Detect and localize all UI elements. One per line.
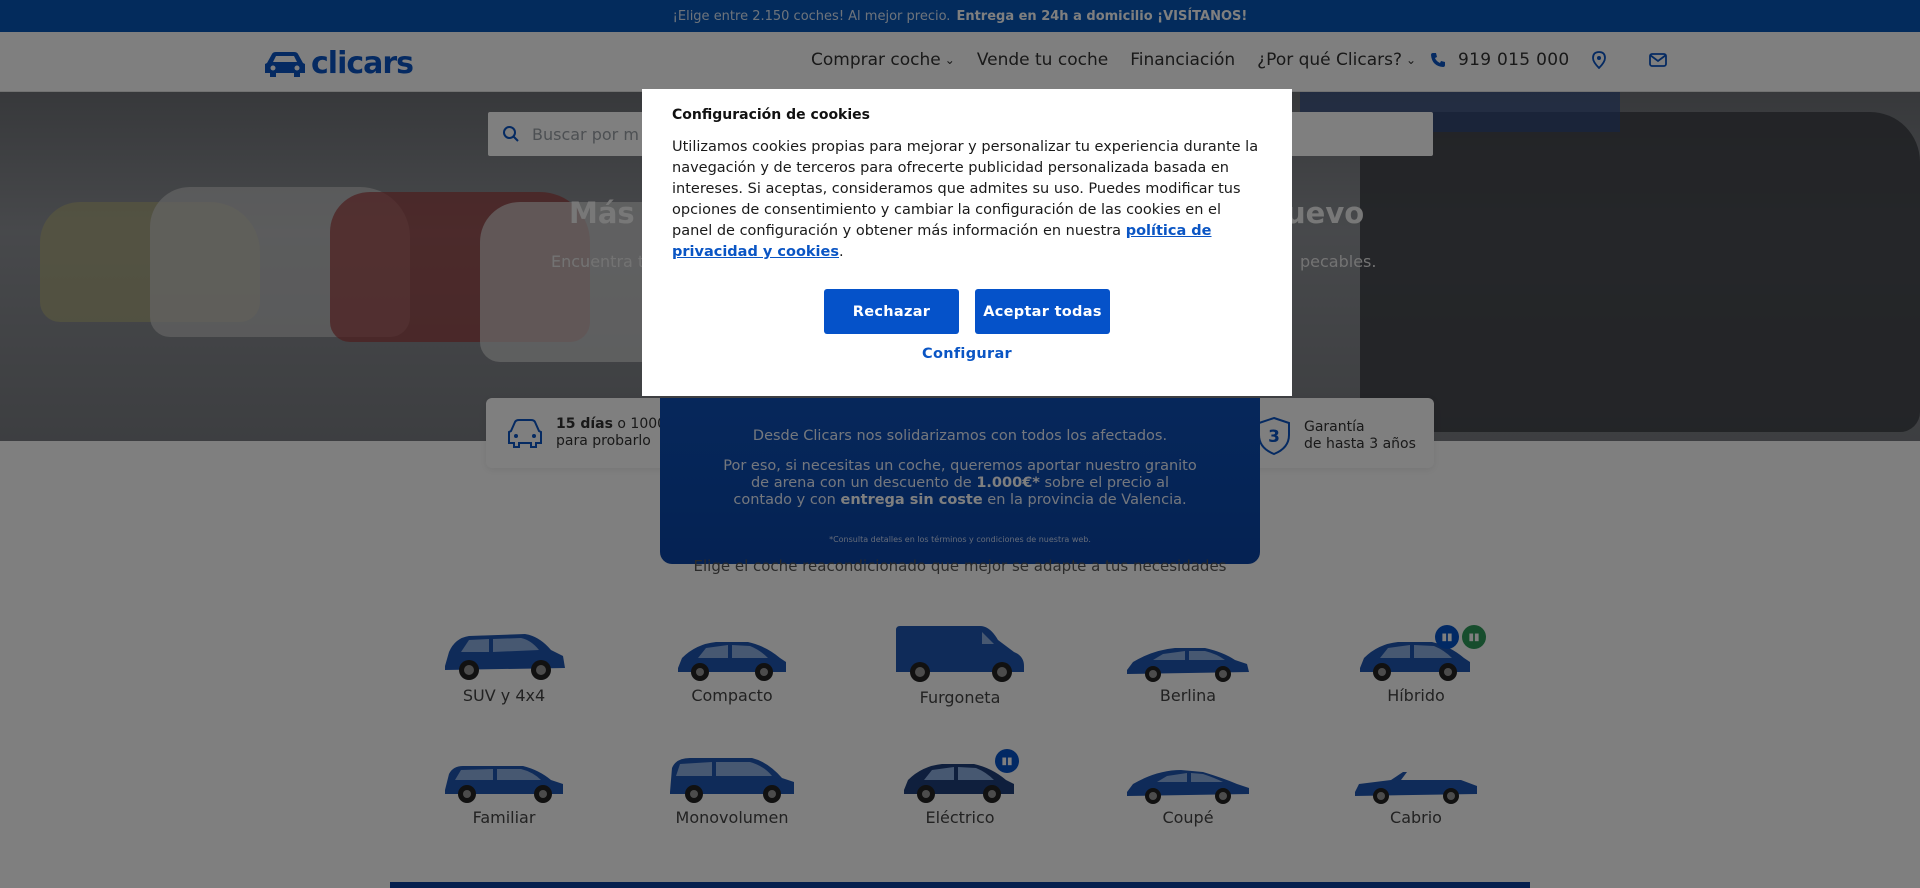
- cookie-modal-body: Utilizamos cookies propias para mejorar …: [672, 137, 1262, 263]
- accept-all-button[interactable]: Aceptar todas: [975, 289, 1110, 334]
- cookie-modal: Configuración de cookies Utilizamos cook…: [642, 89, 1292, 396]
- reject-button[interactable]: Rechazar: [824, 289, 959, 334]
- cookie-modal-text-end: .: [839, 244, 844, 260]
- configure-button[interactable]: Configurar: [642, 346, 1292, 362]
- cookie-modal-title: Configuración de cookies: [672, 107, 870, 123]
